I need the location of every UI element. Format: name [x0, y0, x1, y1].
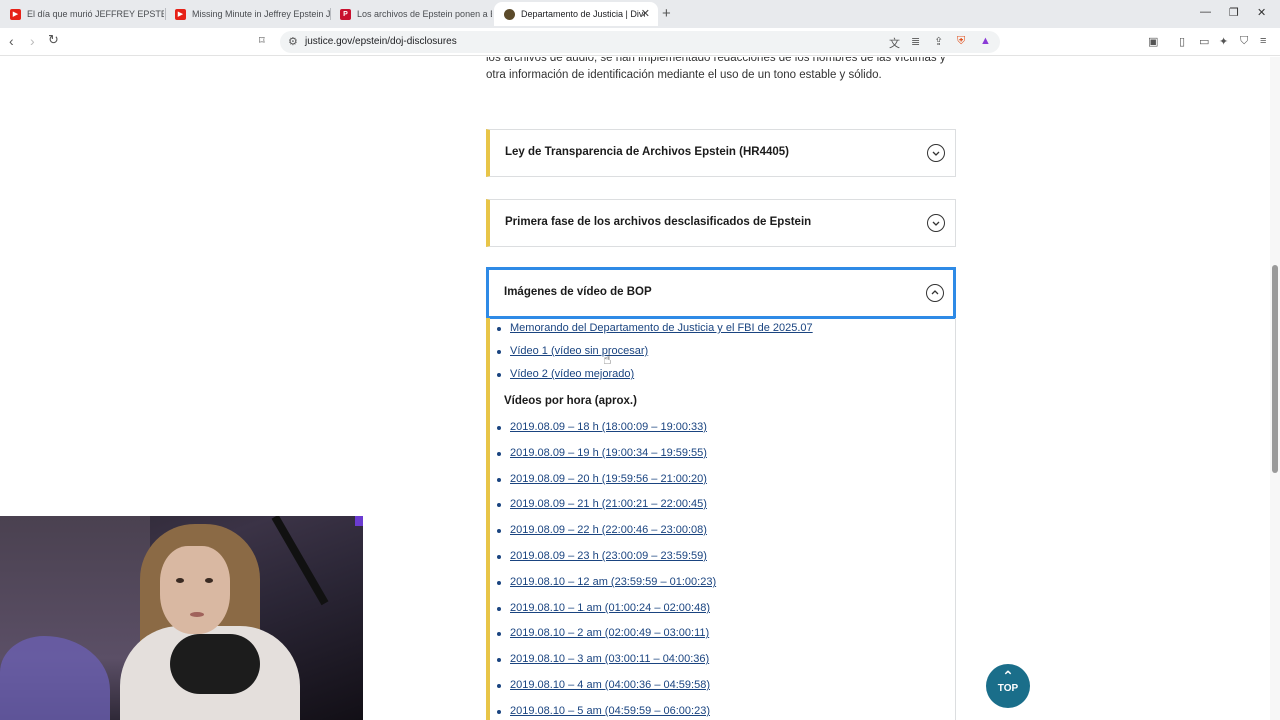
accordion-hr4405[interactable]: Ley de Transparencia de Archivos Epstein… — [486, 129, 956, 177]
webcam-eye — [205, 578, 213, 583]
accordion-title: Primera fase de los archivos desclasific… — [505, 216, 812, 228]
hourly-link[interactable]: 2019.08.09 – 23 h (23:00:09 – 23:59:59) — [497, 550, 707, 562]
back-icon[interactable]: ‹ — [9, 33, 14, 49]
hourly-link[interactable]: 2019.08.10 – 2 am (02:00:49 – 03:00:11) — [496, 627, 709, 639]
tab-2[interactable]: ▶ Missing Minute in Jeffrey Epstein Jail — [165, 2, 330, 26]
tab-title: El día que murió JEFFREY EPSTEIN - T — [27, 9, 164, 19]
menu-icon[interactable]: ≡ — [1260, 35, 1266, 47]
accordion-bop-video[interactable]: Imágenes de vídeo de BOP — [486, 267, 956, 319]
accordion-first-phase[interactable]: Primera fase de los archivos desclasific… — [486, 199, 956, 247]
chevron-up-icon[interactable] — [926, 284, 944, 302]
tab-title: Missing Minute in Jeffrey Epstein Jail — [192, 9, 330, 19]
close-window-icon[interactable]: ✕ — [1257, 6, 1266, 19]
link-video-2[interactable]: Vídeo 2 (vídeo mejorado) — [496, 368, 634, 380]
chevron-down-icon[interactable] — [927, 144, 945, 162]
hourly-link[interactable]: 2019.08.10 – 5 am (04:59:59 – 06:00:23) — [497, 705, 710, 717]
webcam-eye — [176, 578, 184, 583]
tab-4-active[interactable]: Departamento de Justicia | Divul ✕ — [494, 2, 658, 26]
hourly-link[interactable]: 2019.08.09 – 19 h (19:00:34 – 19:59:55) — [497, 447, 707, 459]
chevron-down-icon[interactable] — [927, 214, 945, 232]
top-button-label: TOP — [997, 683, 1019, 694]
address-bar[interactable]: ⚙ justice.gov/epstein/doj-disclosures 文 … — [280, 31, 1000, 53]
webcam-mouth — [190, 612, 204, 617]
hourly-link[interactable]: 2019.08.10 – 3 am (03:00:11 – 04:00:36) — [496, 653, 709, 665]
bop-video-panel: Memorando del Departamento de Justicia y… — [486, 318, 956, 720]
sidebar-icon[interactable]: ▯ — [1179, 35, 1185, 48]
webcam-person-face — [160, 546, 230, 634]
webcam-overlay — [0, 516, 363, 720]
hourly-link[interactable]: 2019.08.09 – 20 h (19:59:56 – 21:00:20) — [497, 473, 707, 485]
hourly-link[interactable]: 2019.08.09 – 18 h (18:00:09 – 19:00:33) — [497, 421, 707, 433]
accordion-title: Ley de Transparencia de Archivos Epstein… — [505, 146, 789, 158]
webcam-corner-strip — [355, 516, 363, 526]
minimize-icon[interactable]: — — [1200, 6, 1211, 18]
tab-1[interactable]: ▶ El día que murió JEFFREY EPSTEIN - T — [0, 2, 164, 26]
brave-shield-icon[interactable]: ⛨ — [957, 35, 965, 48]
url-text[interactable]: justice.gov/epstein/doj-disclosures — [305, 36, 457, 47]
chevron-up-icon: ⌃ — [1002, 668, 1014, 684]
youtube-icon: ▶ — [10, 8, 21, 20]
scrollbar-thumb[interactable] — [1272, 265, 1278, 473]
tab-3[interactable]: P Los archivos de Epstein ponen a Bill — [330, 2, 492, 26]
extensions-icon[interactable]: ▭ — [1199, 35, 1209, 48]
restore-icon[interactable]: ❐ — [1229, 6, 1239, 19]
browser-toolbar: ‹ › ↻ ⌑ ⚙ justice.gov/epstein/doj-disclo… — [0, 28, 1280, 56]
p-site-icon: P — [340, 8, 351, 20]
tab-strip: ▶ El día que murió JEFFREY EPSTEIN - T ▶… — [0, 0, 1280, 28]
doj-seal-icon — [504, 8, 515, 20]
accordion-title: Imágenes de vídeo de BOP — [504, 286, 652, 298]
hourly-link[interactable]: 2019.08.10 – 1 am (01:00:24 – 02:00:48) — [497, 602, 710, 614]
vpn-icon[interactable]: ⛉ — [1240, 35, 1248, 48]
microphone — [170, 634, 260, 694]
back-to-top-button[interactable]: ⌃ TOP — [986, 664, 1030, 708]
youtube-icon: ▶ — [175, 8, 186, 20]
rewards-icon[interactable]: ▲ — [980, 35, 991, 47]
hourly-link[interactable]: 2019.08.10 – 12 am (23:59:59 – 01:00:23) — [496, 576, 716, 588]
share-icon[interactable]: ⇪ — [934, 35, 943, 48]
forward-icon[interactable]: › — [30, 33, 35, 49]
translate-icon[interactable]: 文 — [889, 35, 900, 51]
wallet-icon[interactable]: ▣ — [1148, 35, 1158, 48]
site-info-icon[interactable]: ⚙ — [288, 35, 298, 48]
hourly-heading: Vídeos por hora (aprox.) — [504, 395, 637, 407]
close-tab-icon[interactable]: ✕ — [641, 7, 650, 20]
hourly-link[interactable]: 2019.08.10 – 4 am (04:00:36 – 04:59:58) — [497, 679, 710, 691]
link-memorandum[interactable]: Memorando del Departamento de Justicia y… — [497, 322, 813, 334]
new-tab-button[interactable]: + — [662, 5, 671, 22]
hourly-link[interactable]: 2019.08.09 – 21 h (21:00:21 – 22:00:45) — [497, 498, 707, 510]
bookmark-icon[interactable]: ⌑ — [259, 34, 265, 47]
tab-title: Departamento de Justicia | Divul — [521, 9, 645, 19]
hourly-link[interactable]: 2019.08.09 – 22 h (22:00:46 – 23:00:08) — [497, 524, 707, 536]
link-video-1[interactable]: Vídeo 1 (vídeo sin procesar) — [496, 345, 648, 357]
mic-arm — [271, 516, 329, 606]
reload-icon[interactable]: ↻ — [48, 32, 59, 48]
leo-ai-icon[interactable]: ✦ — [1219, 35, 1228, 48]
tab-title: Los archivos de Epstein ponen a Bill — [357, 9, 492, 19]
reader-icon[interactable]: ≣ — [911, 35, 920, 48]
intro-text: los archivos de audio, se han implementa… — [486, 57, 946, 81]
hand-cursor-icon: ☝ — [603, 351, 612, 367]
